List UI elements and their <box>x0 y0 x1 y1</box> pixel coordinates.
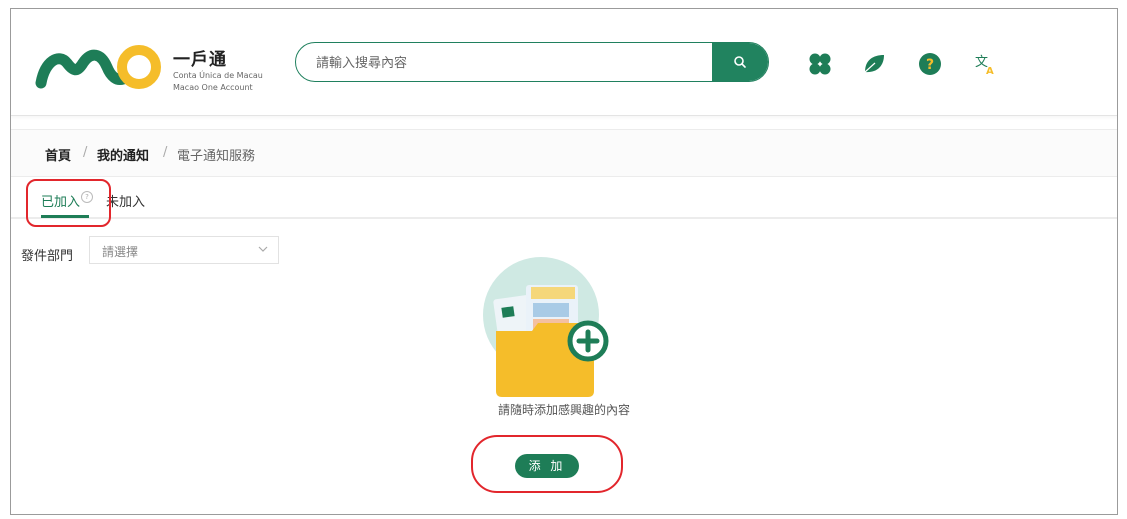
chevron-down-icon <box>258 246 268 252</box>
header: 一戶通 Conta Única de Macau Macao One Accou… <box>11 9 1117 116</box>
empty-state-message: 請隨時添加感興趣的內容 <box>497 403 630 417</box>
search-icon <box>734 56 746 68</box>
breadcrumb-separator: / <box>163 145 168 160</box>
empty-folder-illustration <box>483 257 609 397</box>
tab-not-joined[interactable]: 未加入 <box>106 191 145 210</box>
filter-label: 發件部門 <box>21 249 74 264</box>
select-placeholder: 請選擇 <box>102 245 139 259</box>
search-button[interactable] <box>712 43 768 81</box>
annotation-highlight-joined-tab <box>26 179 111 227</box>
leaf-icon[interactable] <box>861 52 887 76</box>
svg-text:A: A <box>986 66 994 76</box>
breadcrumb-separator: / <box>83 145 88 160</box>
breadcrumb-home[interactable]: 首頁 <box>45 145 71 164</box>
app-frame: 一戶通 Conta Única de Macau Macao One Accou… <box>10 8 1118 515</box>
brand-subtitle-en: Macao One Account <box>173 83 253 92</box>
department-select[interactable]: 請選擇 <box>89 236 279 264</box>
tab-bar: 已加入? 未加入 <box>11 177 1117 219</box>
mo-logo[interactable] <box>35 39 163 95</box>
svg-text:?: ? <box>926 57 934 73</box>
brand-subtitle-pt: Conta Única de Macau <box>173 71 263 80</box>
help-icon[interactable]: ? <box>917 52 943 76</box>
translate-icon[interactable]: 文 A <box>973 52 999 76</box>
search-input[interactable] <box>314 43 708 81</box>
clover-icon[interactable] <box>807 52 833 76</box>
breadcrumb-current: 電子通知服務 <box>177 149 256 164</box>
breadcrumb-my-notifications[interactable]: 我的通知 <box>97 145 149 164</box>
breadcrumb: 首頁 / 我的通知 / 電子通知服務 <box>11 129 1117 177</box>
annotation-highlight-add-button <box>471 435 623 493</box>
search-bar <box>295 42 769 82</box>
brand-title: 一戶通 <box>173 50 227 70</box>
